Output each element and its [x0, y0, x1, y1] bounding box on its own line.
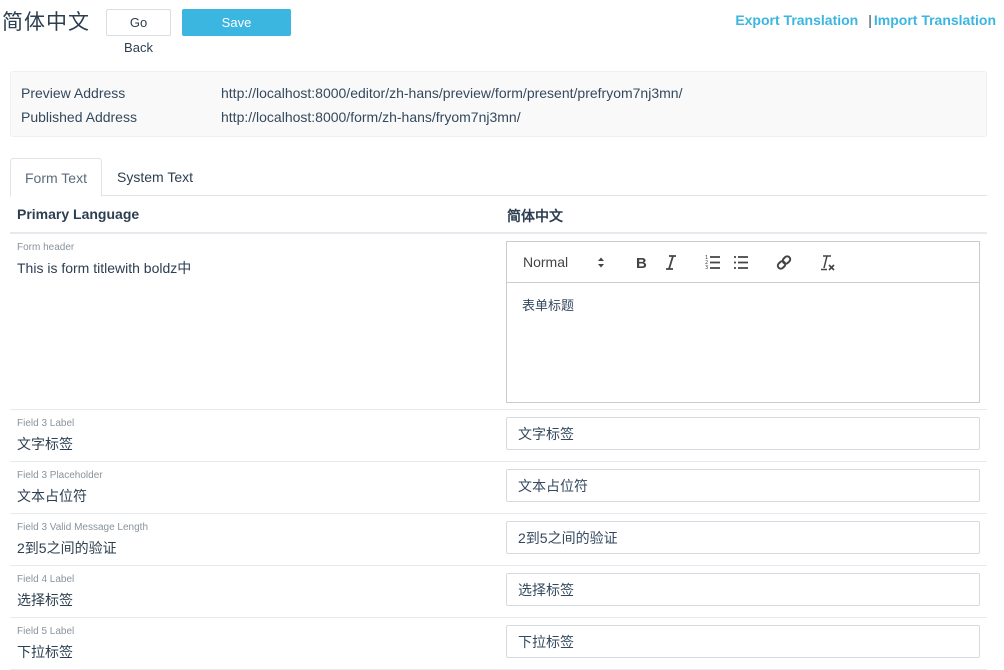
field-row: Field 3 Placeholder 文本占位符	[10, 462, 987, 514]
bullet-list-icon[interactable]	[733, 242, 749, 283]
rich-text-editor: Normal B 123 表单标题	[506, 241, 980, 403]
translation-input[interactable]	[506, 573, 980, 606]
clear-format-icon[interactable]	[820, 242, 836, 283]
source-text: 下拉标签	[17, 644, 73, 660]
link-icon[interactable]	[776, 242, 792, 283]
editor-toolbar: Normal B 123	[507, 242, 979, 283]
field-row: Field 3 Label 文字标签	[10, 410, 987, 462]
field-meta-label: Field 5 Label	[17, 626, 75, 637]
save-translation-button[interactable]: Save Translation	[182, 9, 291, 55]
field-row: Field 3 Valid Message Length 2到5之间的验证	[10, 514, 987, 566]
link-separator: |	[868, 12, 872, 28]
translation-input[interactable]	[506, 469, 980, 502]
translation-links: Export Translation | Import Translation	[735, 12, 996, 28]
source-text: 选择标签	[17, 592, 73, 608]
field-meta-label: Field 4 Label	[17, 574, 75, 585]
source-text: 文本占位符	[17, 488, 87, 504]
tab-form-text[interactable]: Form Text	[10, 158, 102, 197]
top-bar: 简体中文 Go Back Save Translation Export Tra…	[0, 0, 1004, 55]
format-select[interactable]: Normal	[523, 242, 611, 283]
preview-address-label: Preview Address	[21, 85, 126, 101]
tab-system-text[interactable]: System Text	[103, 158, 207, 196]
field-meta-label: Field 3 Label	[17, 418, 75, 429]
format-select-value: Normal	[523, 254, 569, 270]
source-text: 2到5之间的验证	[17, 540, 117, 556]
field-meta-label: Field 3 Placeholder	[17, 470, 103, 481]
field-meta-label: Form header	[17, 242, 75, 253]
translation-input[interactable]	[506, 521, 980, 554]
grid-header: Primary Language 简体中文	[10, 196, 987, 234]
preview-address-url: http://localhost:8000/editor/zh-hans/pre…	[221, 85, 683, 101]
page-title: 简体中文	[2, 10, 90, 34]
field-row: Field 4 Label 选择标签	[10, 566, 987, 618]
select-arrows-icon	[597, 242, 605, 283]
form-header-row: Form header This is form titlewith boldz…	[10, 234, 987, 410]
translation-input[interactable]	[506, 625, 980, 658]
go-back-button[interactable]: Go Back	[106, 9, 171, 55]
tab-bar: Form Text System Text	[10, 158, 987, 197]
published-address-url: http://localhost:8000/form/zh-hans/fryom…	[221, 109, 521, 125]
ordered-list-icon[interactable]: 123	[705, 242, 721, 283]
source-text: 文字标签	[17, 436, 73, 452]
translation-input[interactable]	[506, 417, 980, 450]
import-translation-link[interactable]: Import Translation	[874, 12, 996, 28]
source-text: This is form titlewith boldz中	[17, 260, 192, 276]
address-panel: Preview Address http://localhost:8000/ed…	[10, 71, 987, 137]
bold-icon[interactable]: B	[635, 242, 649, 283]
editor-content[interactable]: 表单标题	[507, 283, 979, 326]
field-row: Field 5 Label 下拉标签	[10, 618, 987, 670]
published-address-label: Published Address	[21, 109, 137, 125]
primary-language-header: Primary Language	[17, 206, 140, 222]
svg-text:B: B	[636, 255, 647, 272]
field-meta-label: Field 3 Valid Message Length	[17, 522, 149, 533]
italic-icon[interactable]	[664, 242, 678, 283]
target-language-header: 简体中文	[507, 208, 563, 224]
translation-grid: Primary Language 简体中文 Form header This i…	[10, 196, 987, 670]
svg-text:3: 3	[705, 265, 708, 271]
export-translation-link[interactable]: Export Translation	[735, 12, 858, 28]
